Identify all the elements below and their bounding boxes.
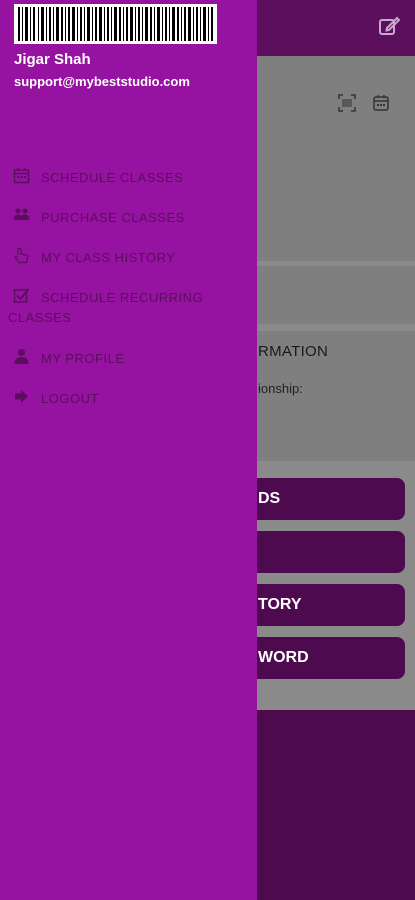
information-title: RMATION (258, 343, 329, 360)
user-email: support@mybeststudio.com (14, 74, 190, 89)
member-barcode (14, 4, 217, 44)
relationship-label: ionship: (258, 381, 303, 396)
edit-icon[interactable] (377, 14, 401, 38)
menu-item-label: SCHEDULE RECURRING CLASSES (8, 290, 204, 325)
menu-item-schedule-classes[interactable]: SCHEDULE CLASSES (0, 164, 257, 204)
menu-item-label: MY PROFILE (41, 351, 125, 366)
users-icon (13, 208, 30, 220)
menu-item-label: MY CLASS HISTORY (41, 250, 176, 265)
drawer-menu: SCHEDULE CLASSES PURCHASE CLASSES MY CLA… (0, 164, 257, 425)
menu-item-purchase-classes[interactable]: PURCHASE CLASSES (0, 204, 257, 244)
menu-item-label: PURCHASE CLASSES (41, 210, 185, 225)
hand-pointer-icon (14, 247, 29, 264)
menu-item-label: LOGOUT (41, 391, 99, 406)
calendar-icon (13, 168, 30, 184)
barcode-scan-icon[interactable] (338, 94, 356, 112)
user-icon (14, 349, 29, 364)
user-name: Jigar Shah (14, 51, 91, 68)
calendar-icon[interactable] (372, 94, 390, 112)
menu-item-schedule-recurring-classes[interactable]: SCHEDULE RECURRING CLASSES (0, 284, 257, 345)
menu-item-my-class-history[interactable]: MY CLASS HISTORY (0, 244, 257, 284)
menu-item-my-profile[interactable]: MY PROFILE (0, 345, 257, 385)
navigation-drawer: Jigar Shah support@mybeststudio.com SCHE… (0, 0, 257, 900)
sign-out-icon (15, 390, 28, 403)
menu-item-logout[interactable]: LOGOUT (0, 385, 257, 425)
menu-item-label: SCHEDULE CLASSES (41, 170, 184, 185)
